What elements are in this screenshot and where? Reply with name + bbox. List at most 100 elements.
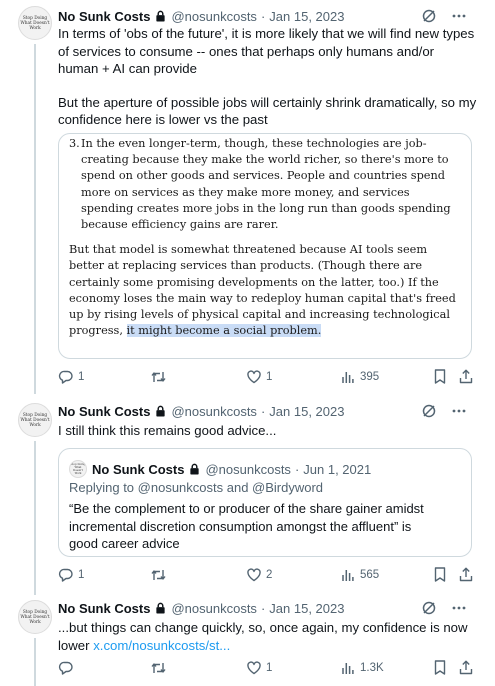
quoted-tweet-header: No Sunk Costs @nosunkcosts · Jun 1, 2021 [92, 459, 371, 479]
lock-icon [190, 463, 200, 475]
avatar-text-line: Work [74, 472, 82, 475]
list-number: 3. [69, 137, 80, 150]
reply-button[interactable]: 1 [58, 367, 84, 387]
more-icon[interactable] [451, 8, 467, 24]
share-icon[interactable] [458, 659, 474, 676]
tweet-header: No Sunk Costs @nosunkcosts · Jan 15, 202… [58, 401, 467, 421]
handle[interactable]: @nosunkcosts [171, 601, 256, 616]
thread-line [34, 441, 36, 595]
avatar[interactable]: Stop Doing What Doesn't Work [18, 6, 52, 40]
timestamp[interactable]: Jan 15, 2023 [269, 404, 344, 419]
thread-line [34, 638, 36, 686]
more-icon[interactable] [451, 403, 467, 419]
tweet-1[interactable]: Stop Doing What Doesn't Work No Sunk Cos… [0, 0, 495, 395]
avatar[interactable]: Stop Doing What Doesn't Work [69, 460, 87, 478]
views-button[interactable]: 1.3K [340, 658, 384, 678]
retweet-icon [151, 663, 166, 673]
reply-icon [58, 568, 73, 582]
tweet-text: I still think this remains good advice..… [58, 422, 478, 440]
more-icon[interactable] [451, 600, 467, 616]
list-item: 3. In the even longer-term, though, thes… [69, 136, 459, 233]
timestamp[interactable]: Jun 1, 2021 [303, 462, 371, 477]
timestamp[interactable]: Jan 15, 2023 [269, 601, 344, 616]
views-button[interactable]: 565 [340, 565, 379, 585]
quoted-image[interactable]: 3. In the even longer-term, though, thes… [58, 133, 472, 359]
list-item-text: In the even longer-term, though, these t… [81, 137, 451, 232]
views-icon [342, 663, 354, 674]
reply-icon [58, 661, 73, 675]
timestamp[interactable]: Jan 15, 2023 [269, 9, 344, 24]
tweet-header: No Sunk Costs @nosunkcosts · Jan 15, 202… [58, 598, 467, 618]
display-name[interactable]: No Sunk Costs [58, 404, 150, 419]
retweet-button[interactable] [150, 367, 171, 387]
handle[interactable]: @nosunkcosts [205, 462, 290, 477]
tweet-text: In terms of 'obs of the future', it is m… [58, 25, 478, 129]
grok-icon[interactable] [421, 403, 437, 419]
highlighted-text: it might become a social problem. [126, 324, 322, 338]
views-button[interactable]: 395 [340, 367, 379, 387]
avatar[interactable]: Stop Doing What Doesn't Work [18, 600, 52, 634]
tweet-paragraph: In terms of 'obs of the future', it is m… [58, 26, 475, 76]
share-icon[interactable] [458, 368, 474, 385]
retweet-button[interactable] [150, 658, 171, 678]
replying-to: Replying to @nosunkcosts and @Birdyword [69, 480, 323, 495]
view-count: 565 [360, 569, 380, 581]
reply-button[interactable]: 1 [58, 565, 84, 585]
lock-icon [156, 602, 166, 614]
quoted-tweet-text: “Be the complement to or producer of the… [69, 501, 424, 551]
reply-handle[interactable]: @nosunkcosts [138, 480, 223, 495]
reply-count: 1 [78, 569, 85, 581]
avatar[interactable]: Stop Doing What Doesn't Work [18, 403, 52, 437]
bookmark-icon[interactable] [432, 566, 448, 583]
separator: · [260, 8, 266, 24]
views-icon [342, 372, 354, 383]
bookmark-icon[interactable] [432, 659, 448, 676]
like-icon [247, 568, 261, 582]
retweet-button[interactable] [150, 565, 171, 585]
like-count: 2 [266, 569, 273, 581]
action-bar: 1 1 395 [58, 367, 478, 387]
tweet-header: No Sunk Costs @nosunkcosts · Jan 15, 202… [58, 6, 467, 26]
share-icon[interactable] [458, 566, 474, 583]
like-button[interactable]: 1 [246, 658, 272, 678]
image-paragraph: But that model is somewhat threatened be… [69, 242, 459, 339]
grok-icon[interactable] [421, 8, 437, 24]
like-count: 1 [266, 371, 273, 383]
display-name[interactable]: No Sunk Costs [58, 601, 150, 616]
handle[interactable]: @nosunkcosts [171, 9, 256, 24]
bookmark-icon[interactable] [432, 368, 448, 385]
tweet-3[interactable]: Stop Doing What Doesn't Work No Sunk Cos… [0, 594, 495, 686]
tweet-text: ...but things can change quickly, so, on… [58, 619, 478, 654]
view-count: 1.3K [360, 662, 384, 674]
separator: · [260, 403, 266, 419]
tweet-link[interactable]: x.com/nosunkcosts/st... [93, 638, 230, 653]
separator: · [260, 600, 266, 616]
handle[interactable]: @nosunkcosts [171, 404, 256, 419]
separator: · [294, 461, 300, 477]
like-icon [247, 370, 261, 384]
thread-line [34, 44, 36, 394]
reply-icon [58, 370, 73, 384]
avatar-text-line: Work [29, 619, 41, 625]
grok-icon[interactable] [421, 600, 437, 616]
reply-button[interactable] [58, 658, 78, 678]
lock-icon [156, 405, 166, 417]
tweet-paragraph: I still think this remains good advice..… [58, 423, 277, 438]
retweet-icon [151, 570, 166, 580]
like-icon [247, 661, 261, 675]
display-name[interactable]: No Sunk Costs [58, 9, 150, 24]
tweet-2[interactable]: Stop Doing What Doesn't Work No Sunk Cos… [0, 395, 495, 595]
action-bar: 1 1.3K [58, 658, 478, 678]
reply-handle[interactable]: @Birdyword [252, 480, 323, 495]
quoted-tweet[interactable]: Stop Doing What Doesn't Work No Sunk Cos… [58, 448, 472, 557]
like-button[interactable]: 2 [246, 565, 272, 585]
lock-icon [156, 10, 166, 22]
avatar-text-line: Work [29, 422, 41, 428]
like-count: 1 [266, 662, 273, 674]
display-name[interactable]: No Sunk Costs [92, 462, 184, 477]
views-icon [342, 570, 354, 581]
like-button[interactable]: 1 [246, 367, 272, 387]
tweet-paragraph: But the aperture of possible jobs will c… [58, 94, 477, 128]
view-count: 395 [360, 371, 380, 383]
reply-count: 1 [78, 371, 85, 383]
